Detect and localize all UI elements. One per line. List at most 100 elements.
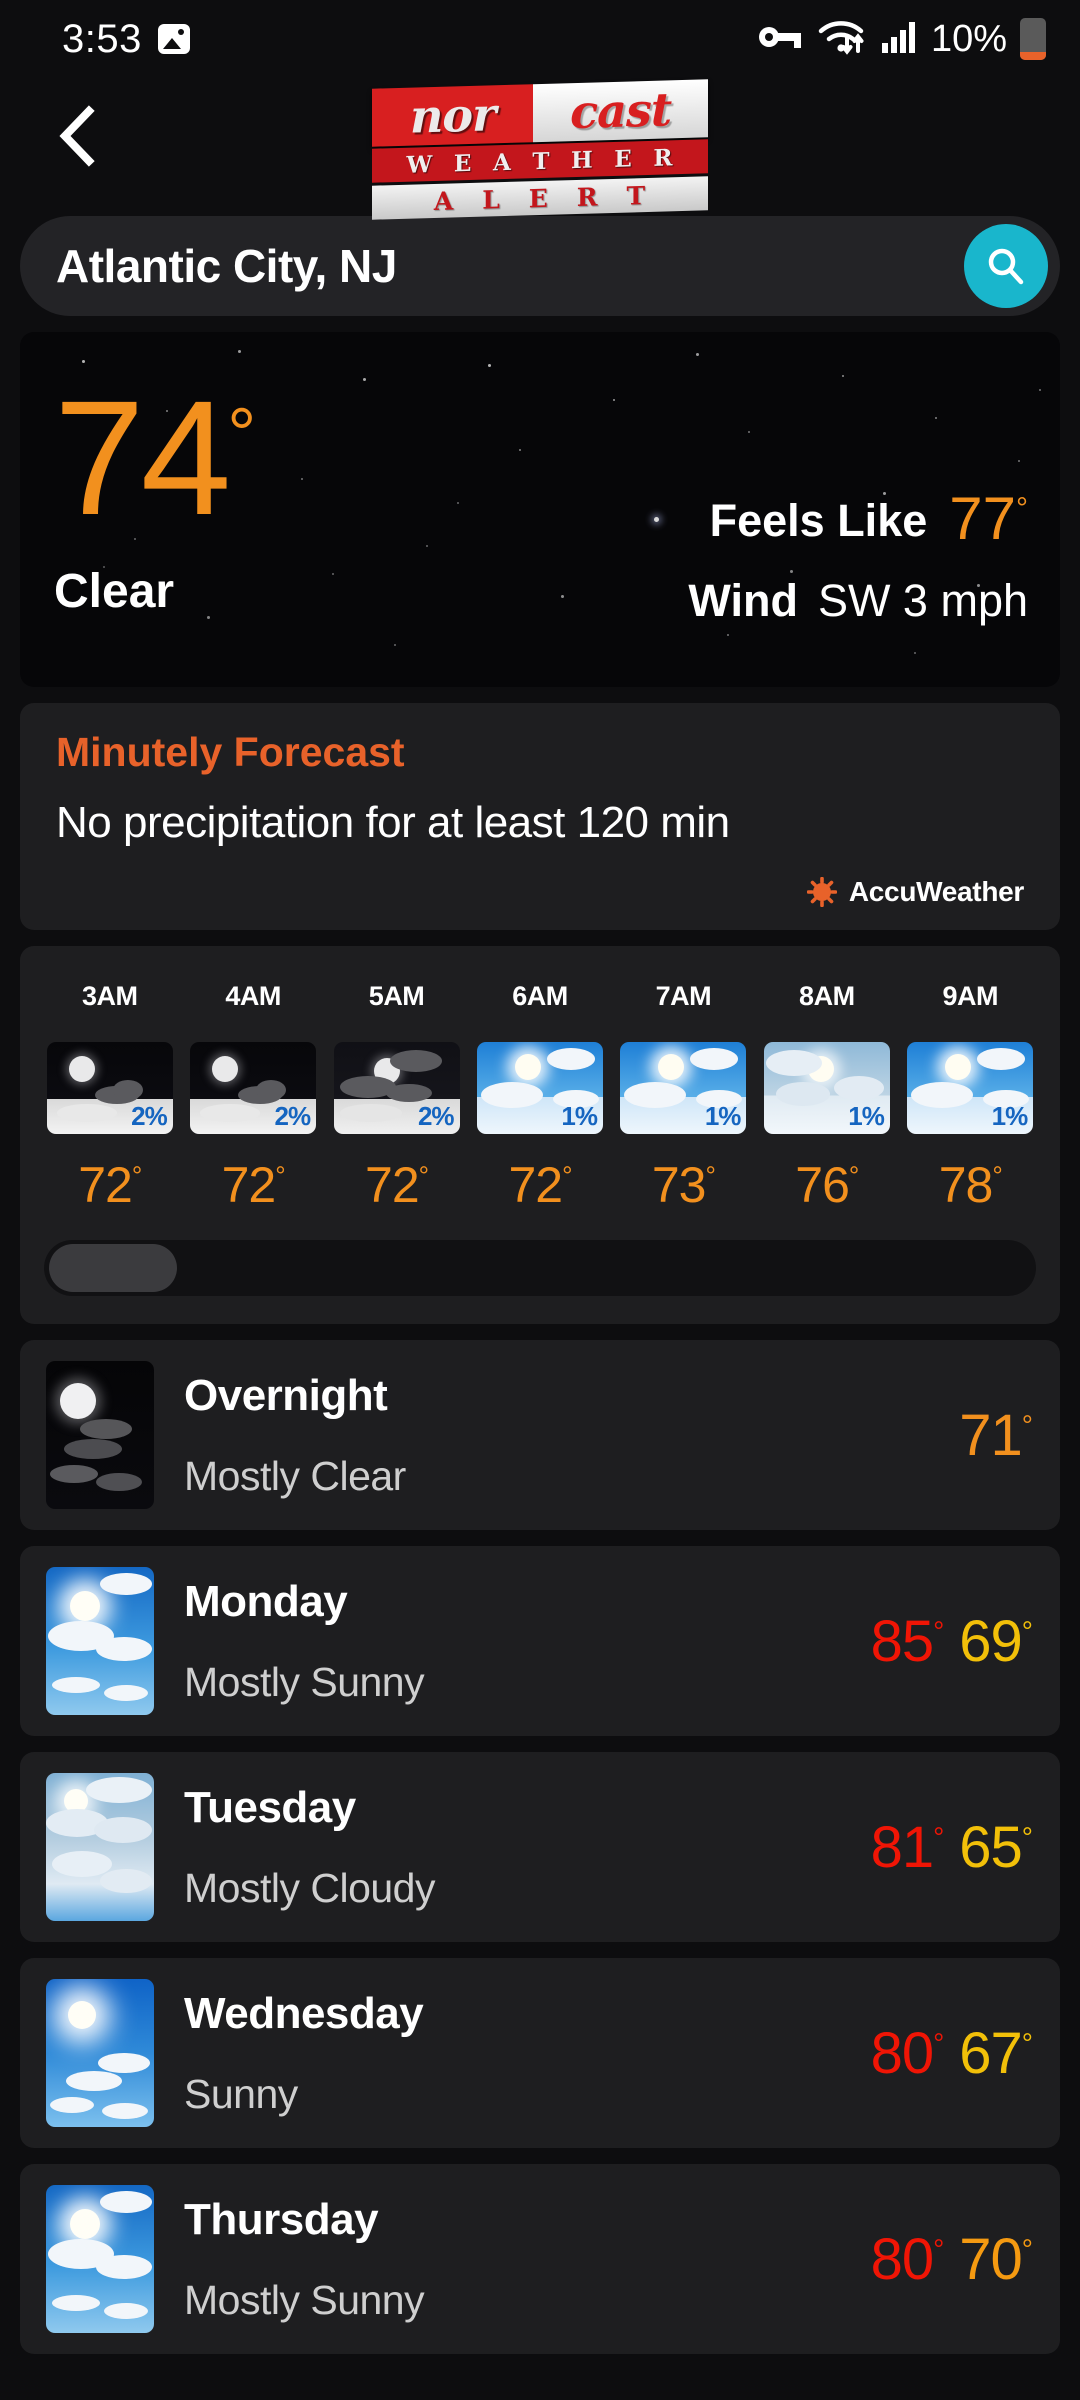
degree-symbol: °: [1021, 2233, 1033, 2265]
hour-ampm: AM: [957, 981, 999, 1011]
degree-symbol: °: [705, 1160, 716, 1191]
day-temp-single: 71°: [959, 1402, 1033, 1469]
hourly-scrollbar-thumb[interactable]: [49, 1244, 177, 1292]
logo-weather-bar: W E A T H E R: [372, 139, 708, 183]
daily-forecast-row-wednesday[interactable]: Wednesday Sunny 80° 67°: [20, 1958, 1060, 2148]
location-search-bar[interactable]: Atlantic City, NJ: [20, 216, 1060, 316]
vpn-key-icon: [758, 22, 804, 57]
hour-temperature: 72°: [508, 1156, 572, 1214]
day-high: 80°: [871, 2226, 945, 2293]
precip-chance: 1%: [991, 1101, 1029, 1131]
hour-temp-value: 78: [938, 1157, 994, 1213]
degree-symbol: °: [992, 1160, 1002, 1191]
hour-number: 3: [81, 981, 97, 1011]
daily-forecast-row-thursday[interactable]: Thursday Mostly Sunny 80° 70°: [20, 2164, 1060, 2354]
precip-chance: 1%: [704, 1101, 742, 1131]
hour-ampm: AM: [526, 981, 569, 1011]
day-condition: Mostly Sunny: [184, 1658, 425, 1705]
current-conditions-card[interactable]: 74° Clear Feels Like 77° Wind SW 3 mph: [20, 332, 1060, 687]
day-name: Tuesday: [184, 1782, 356, 1832]
precip-chance: 2%: [131, 1101, 168, 1131]
degree-symbol: °: [848, 1160, 859, 1191]
back-button[interactable]: [48, 100, 108, 172]
accuweather-label: AccuWeather: [848, 876, 1024, 907]
precip-chance: 2%: [274, 1101, 312, 1131]
day-condition: Sunny: [184, 2070, 298, 2117]
hour-temp-value: 72: [508, 1157, 563, 1213]
hour-temp-value: 76: [795, 1157, 850, 1213]
logo-letter: E: [528, 183, 549, 213]
hour-ampm: AM: [96, 981, 138, 1011]
precip-chance: 1%: [848, 1101, 885, 1131]
day-high-value: 85: [870, 1608, 935, 1674]
logo-alert-bar: A L E R T: [372, 176, 708, 220]
search-icon: [988, 248, 1024, 285]
signal-bars-icon: [881, 21, 918, 58]
daily-forecast-row-overnight[interactable]: Overnight Mostly Clear 71°: [20, 1340, 1060, 1530]
hourly-item[interactable]: 4AM 2% 72°: [181, 972, 324, 1214]
day-name: Monday: [184, 1576, 348, 1626]
hour-temperature: 72°: [78, 1156, 142, 1214]
degree-symbol: °: [1021, 1409, 1033, 1441]
day-low: 70°: [959, 2226, 1033, 2293]
current-condition-text: Clear: [54, 565, 175, 619]
hourly-item[interactable]: 7AM 1% 73°: [612, 972, 755, 1214]
day-text-block: Monday Mostly Sunny: [154, 1577, 871, 1706]
night-clear-icon: [46, 1361, 154, 1509]
hour-label: 9AM: [942, 972, 998, 1014]
day-name: Overnight: [184, 1370, 388, 1420]
daily-forecast-row-monday[interactable]: Monday Mostly Sunny 85° 69°: [20, 1546, 1060, 1736]
daily-forecast-row-tuesday[interactable]: Tuesday Mostly Cloudy 81° 65°: [20, 1752, 1060, 1942]
hourly-forecast-card[interactable]: 3AM 2% 72° 4AM 2% 72° 5AM 2% 72° 6AM 1% …: [20, 946, 1060, 1324]
hourly-row[interactable]: 3AM 2% 72° 4AM 2% 72° 5AM 2% 72° 6AM 1% …: [20, 972, 1060, 1214]
feels-like-label: Feels Like: [709, 495, 928, 546]
hour-number: 4: [225, 981, 240, 1011]
hour-label: 3AM: [82, 972, 138, 1014]
day-high-value: 80: [870, 2020, 935, 2086]
search-button[interactable]: [964, 224, 1048, 308]
current-temp-block: 74° Clear: [54, 376, 256, 619]
sunny-clouds-icon: [46, 1567, 154, 1715]
night-partly-cloudy-icon: 2%: [190, 1042, 317, 1134]
hourly-item[interactable]: 6AM 1% 72°: [468, 972, 611, 1214]
chevron-left-icon: [59, 105, 95, 167]
clock: 3:53: [62, 16, 142, 61]
hour-temp-value: 72: [365, 1157, 420, 1213]
hour-temperature: 76°: [795, 1156, 859, 1214]
feels-like-value: 77°: [949, 489, 1028, 549]
hourly-item[interactable]: 8AM 1% 76°: [755, 972, 898, 1214]
hour-label: 8AM: [799, 972, 855, 1014]
search-input[interactable]: Atlantic City, NJ: [56, 239, 964, 293]
day-high-value: 81: [870, 1814, 935, 1880]
logo-letter: A: [492, 148, 512, 176]
hourly-item[interactable]: 3AM 2% 72°: [38, 972, 181, 1214]
logo-letter: T: [532, 147, 551, 175]
day-low-value: 70: [959, 2226, 1023, 2292]
degree-symbol: °: [562, 1160, 572, 1191]
logo-top-row: nor cast: [372, 79, 708, 147]
hour-number: 8: [799, 981, 814, 1011]
battery-percent: 10%: [930, 17, 1007, 60]
day-name: Thursday: [184, 2194, 379, 2244]
hourly-item[interactable]: 9AM 1% 78°: [899, 972, 1042, 1214]
hour-ampm: AM: [813, 981, 856, 1011]
day-low-value: 65: [959, 1814, 1023, 1880]
current-temperature-value: 74: [54, 366, 231, 549]
logo-letter: H: [571, 145, 594, 174]
logo-letter: W: [406, 150, 434, 179]
day-low-value: 67: [959, 2020, 1023, 2086]
minutely-forecast-card[interactable]: Minutely Forecast No precipitation for a…: [20, 703, 1060, 930]
day-temperatures: 81° 65°: [870, 1814, 1033, 1881]
current-details-block: Feels Like 77° Wind SW 3 mph: [688, 489, 1028, 627]
hourly-scrollbar[interactable]: [44, 1240, 1036, 1296]
day-temperatures: 80° 67°: [870, 2020, 1033, 2087]
degree-symbol: °: [418, 1160, 429, 1191]
logo-letter: R: [653, 143, 674, 172]
day-name: Wednesday: [184, 1988, 424, 2038]
hourly-item[interactable]: 5AM 2% 72°: [325, 972, 468, 1214]
mostly-cloudy-icon: [46, 1773, 154, 1921]
hour-temp-value: 72: [78, 1157, 133, 1213]
night-mostly-cloudy-icon: 2%: [333, 1042, 460, 1134]
app-header: nor cast W E A T H E R A L E R T: [0, 78, 1080, 220]
feels-like-number: 77: [949, 485, 1016, 552]
